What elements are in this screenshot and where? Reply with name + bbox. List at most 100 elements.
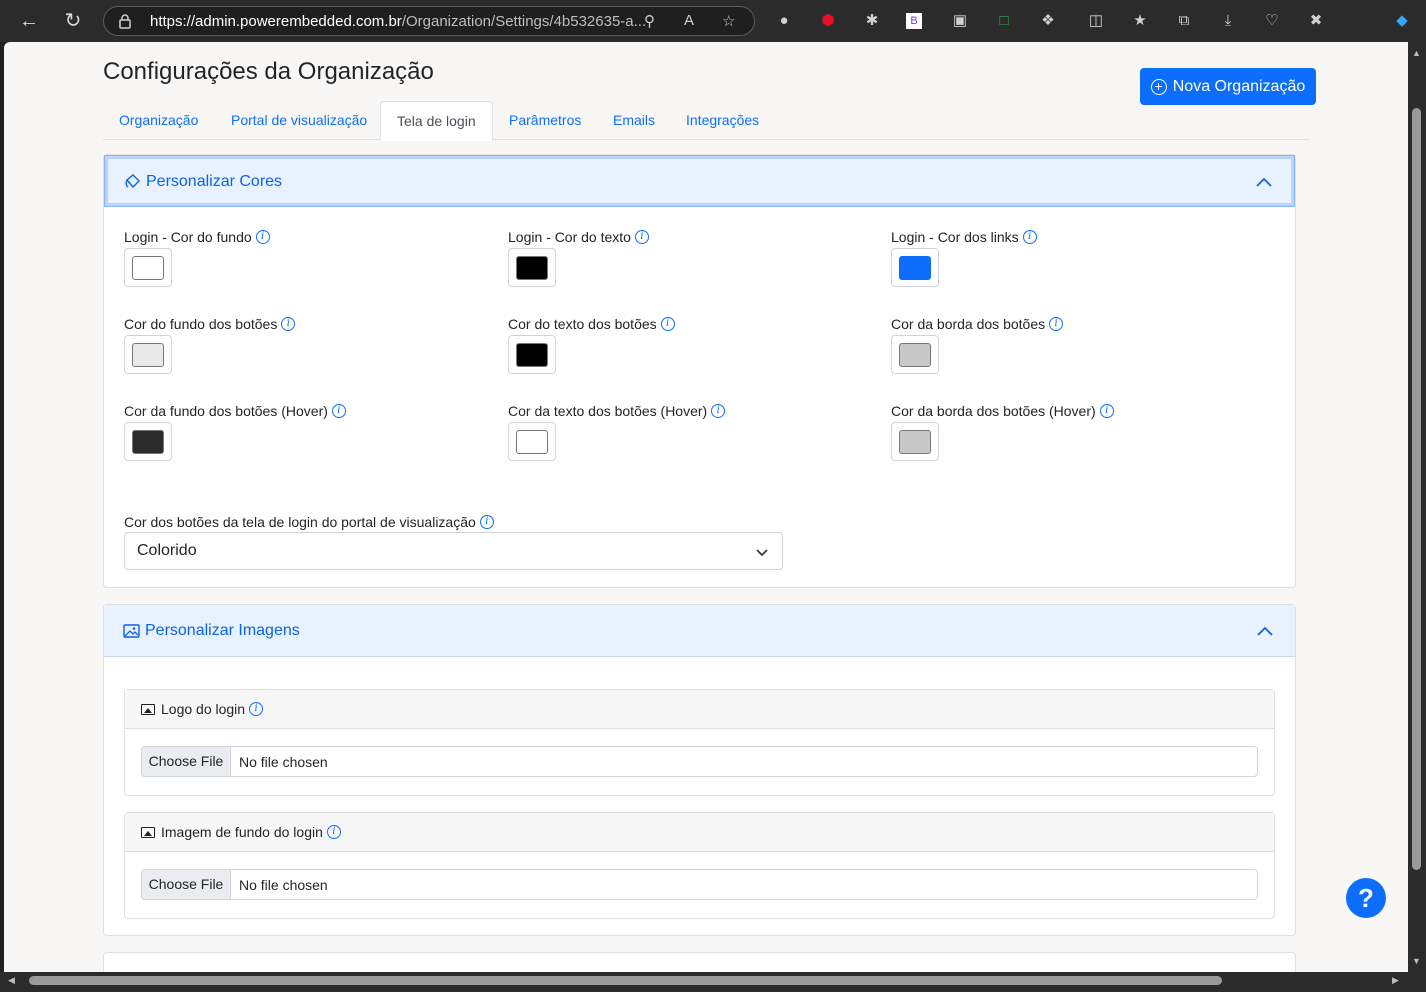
- info-icon[interactable]: i: [1022, 230, 1037, 244]
- downloads-icon[interactable]: ⤓: [1218, 11, 1238, 31]
- button-style-value: Colorido: [137, 542, 197, 559]
- new-organization-button[interactable]: Nova Organização: [1140, 68, 1316, 105]
- page-title: Configurações da Organização: [103, 58, 434, 85]
- info-icon[interactable]: i: [634, 230, 649, 244]
- scroll-left-icon[interactable]: ◀: [8, 975, 15, 986]
- tab-organizacao[interactable]: Organização: [103, 101, 214, 140]
- screenshot-icon[interactable]: □: [994, 11, 1014, 31]
- horizontal-scrollbar[interactable]: ◀ ▶: [0, 972, 1426, 992]
- next-card: [103, 952, 1296, 972]
- choose-file-button[interactable]: Choose File: [142, 747, 231, 776]
- field-label-button-border: Cor da borda dos botões i: [891, 316, 1064, 332]
- color-swatch: [132, 430, 164, 454]
- color-swatch: [516, 430, 548, 454]
- image-icon: [141, 703, 155, 715]
- key-icon[interactable]: ⚲: [644, 12, 655, 30]
- background-upload-header: Imagem de fundo do login i: [125, 813, 1274, 852]
- lock-icon: [119, 14, 131, 29]
- chevron-up-icon[interactable]: [1257, 623, 1273, 639]
- button-style-select[interactable]: Colorido: [124, 532, 783, 570]
- info-icon[interactable]: i: [660, 317, 675, 331]
- url-host: https://admin.powerembedded.com.br: [150, 13, 402, 30]
- field-label-button-text: Cor do texto dos botões i: [508, 316, 675, 332]
- field-label-text: Login - Cor do texto: [508, 229, 631, 245]
- images-card-title: Personalizar Imagens: [145, 622, 300, 639]
- color-picker-button-border[interactable]: [891, 335, 939, 374]
- tab-emails[interactable]: Emails: [597, 101, 671, 140]
- field-label-text: Cor dos botões da tela de login do porta…: [124, 514, 476, 530]
- field-label-text: Cor do fundo dos botões: [124, 316, 278, 332]
- info-icon[interactable]: i: [479, 515, 494, 529]
- vertical-scroll-thumb[interactable]: [1412, 108, 1421, 870]
- extension-bug-icon[interactable]: ✱: [862, 11, 882, 31]
- copilot-icon[interactable]: ◆: [1392, 11, 1412, 31]
- color-picker-login-links[interactable]: [891, 248, 939, 287]
- info-icon[interactable]: i: [331, 404, 346, 418]
- field-label-text: Cor da texto dos botões (Hover): [508, 403, 708, 419]
- extensions-puzzle-icon[interactable]: ❖: [1038, 11, 1058, 31]
- url-path: /Organization/Settings/4b532635-a...: [401, 13, 647, 30]
- logo-file-input[interactable]: Choose File No file chosen: [141, 746, 1258, 777]
- performance-icon[interactable]: ♡: [1262, 11, 1282, 31]
- info-icon[interactable]: i: [1099, 404, 1114, 418]
- vertical-scrollbar[interactable]: ▲ ▼: [1408, 42, 1426, 972]
- scroll-down-icon[interactable]: ▼: [1412, 956, 1421, 966]
- favorite-star-icon[interactable]: ☆: [722, 12, 735, 30]
- color-swatch: [516, 343, 548, 367]
- address-bar[interactable]: https://admin.powerembedded.com.br/Organ…: [103, 6, 755, 36]
- extension-glasses-icon[interactable]: ▣: [950, 11, 970, 31]
- page-viewport: Configurações da Organização Nova Organi…: [4, 42, 1408, 972]
- split-screen-icon[interactable]: ◫: [1086, 11, 1106, 31]
- images-card: Personalizar Imagens Logo do login i Cho…: [103, 604, 1296, 936]
- field-label-login-text: Login - Cor do texto i: [508, 229, 649, 245]
- adblock-icon[interactable]: ⬢: [818, 11, 838, 31]
- info-icon[interactable]: i: [1049, 317, 1064, 331]
- help-button[interactable]: ?: [1346, 878, 1386, 918]
- scroll-up-icon[interactable]: ▲: [1412, 48, 1421, 58]
- color-swatch: [899, 256, 931, 280]
- tab-parametros[interactable]: Parâmetros: [493, 101, 597, 140]
- paint-bucket-icon: [125, 174, 140, 189]
- chevron-up-icon[interactable]: [1256, 174, 1272, 190]
- favorites-icon[interactable]: ★: [1130, 11, 1150, 31]
- image-icon: [141, 826, 155, 838]
- field-label-text: Cor da fundo dos botões (Hover): [124, 403, 328, 419]
- image-icon: [123, 624, 140, 638]
- collections-icon[interactable]: ⧉: [1174, 11, 1194, 31]
- tab-tela-de-login[interactable]: Tela de login: [380, 101, 493, 141]
- color-picker-button-bg-hover[interactable]: [124, 422, 172, 461]
- color-swatch: [132, 256, 164, 280]
- screen-capture-icon[interactable]: ✖: [1306, 11, 1326, 31]
- back-icon[interactable]: ←: [16, 8, 42, 34]
- field-label-text: Login - Cor do fundo: [124, 229, 252, 245]
- field-label-login-bg: Login - Cor do fundo i: [124, 229, 270, 245]
- colors-card-header[interactable]: Personalizar Cores: [104, 155, 1295, 207]
- info-icon[interactable]: i: [281, 317, 296, 331]
- read-aloud-icon[interactable]: A: [684, 12, 694, 29]
- new-organization-label: Nova Organização: [1172, 77, 1306, 95]
- images-card-header[interactable]: Personalizar Imagens: [104, 605, 1295, 657]
- refresh-icon[interactable]: ↻: [60, 8, 86, 34]
- tab-integracoes[interactable]: Integrações: [670, 101, 775, 140]
- info-icon[interactable]: i: [255, 230, 270, 244]
- horizontal-scroll-thumb[interactable]: [29, 976, 1222, 985]
- choose-file-button[interactable]: Choose File: [142, 870, 231, 899]
- color-picker-button-border-hover[interactable]: [891, 422, 939, 461]
- color-picker-button-bg[interactable]: [124, 335, 172, 374]
- info-icon[interactable]: i: [249, 702, 264, 716]
- color-picker-login-text[interactable]: [508, 248, 556, 287]
- color-picker-login-bg[interactable]: [124, 248, 172, 287]
- extension-icon[interactable]: ●: [774, 11, 794, 31]
- color-picker-button-text[interactable]: [508, 335, 556, 374]
- background-file-input[interactable]: Choose File No file chosen: [141, 869, 1258, 900]
- colors-card: Personalizar Cores Login - Cor do fundo i…: [103, 154, 1296, 588]
- bootstrap-extension-icon[interactable]: B: [906, 13, 922, 29]
- color-picker-button-text-hover[interactable]: [508, 422, 556, 461]
- color-swatch: [132, 343, 164, 367]
- field-label-text: Cor da borda dos botões: [891, 316, 1046, 332]
- plus-circle-icon: [1150, 78, 1167, 95]
- scroll-right-icon[interactable]: ▶: [1392, 975, 1399, 986]
- info-icon[interactable]: i: [711, 404, 726, 418]
- tab-portal-visualizacao[interactable]: Portal de visualização: [215, 101, 383, 140]
- info-icon[interactable]: i: [326, 825, 341, 839]
